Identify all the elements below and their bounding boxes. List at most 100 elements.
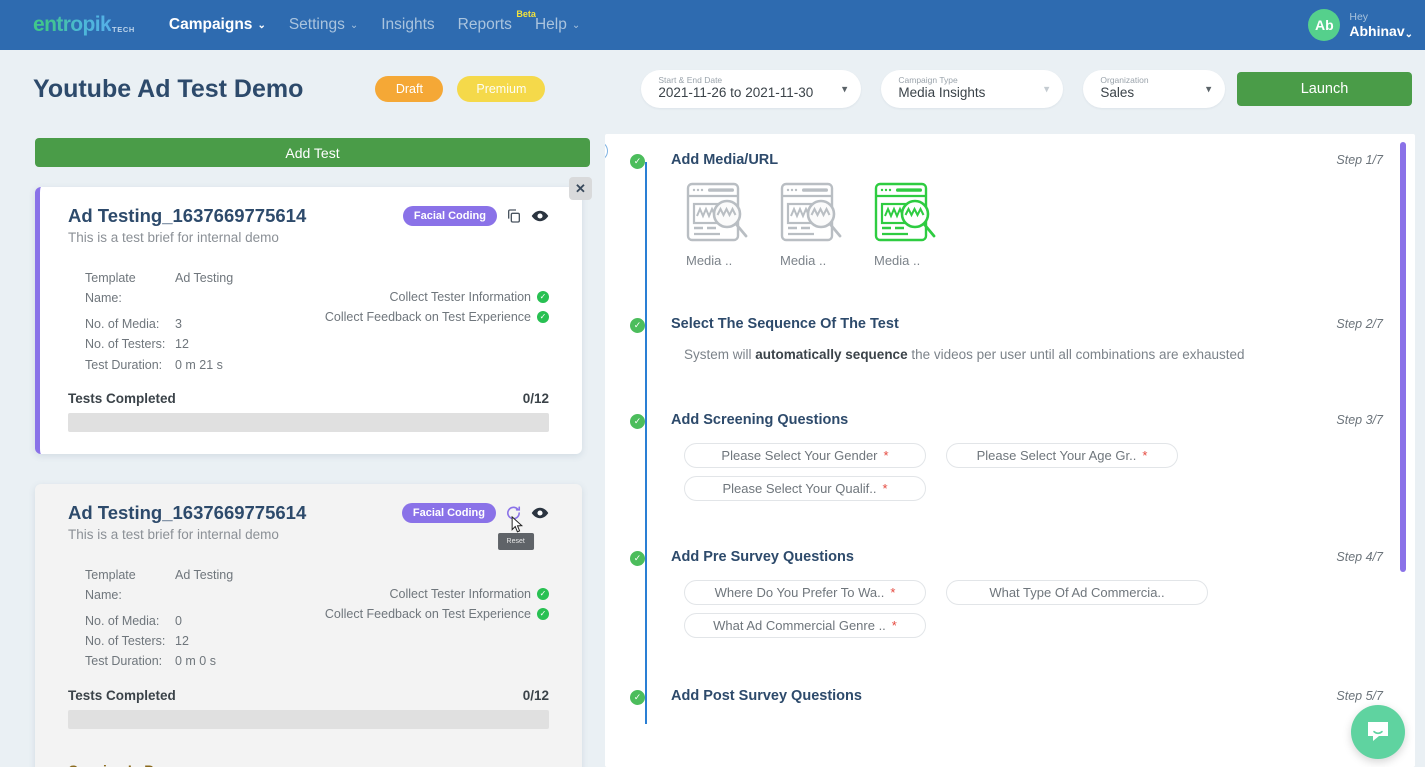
check-circle-icon: ✓: [630, 318, 645, 333]
screening-question-chips: Please Select Your Gender * Please Selec…: [684, 443, 1415, 501]
steps-list: ✓ Add Media/URL Step 1/7 Media .. Media …: [605, 134, 1415, 724]
meta-value: 0 m 0 s: [175, 654, 216, 669]
question-row: What Ad Commercial Genre .. *: [684, 613, 1415, 638]
beta-badge: Beta: [516, 9, 536, 19]
chevron-down-icon: ▾: [1043, 83, 1050, 96]
check-label: Collect Tester Information: [389, 586, 532, 601]
question-chip[interactable]: Please Select Your Age Gr.. *: [946, 443, 1178, 468]
step-header: Add Pre Survey Questions Step 4/7: [671, 549, 1415, 565]
nav-item-insights[interactable]: Insights: [381, 16, 434, 34]
question-chip[interactable]: Please Select Your Gender *: [684, 443, 926, 468]
user-name-text: Abhinav: [1349, 22, 1405, 39]
check-row: Collect Tester Information ✓: [325, 287, 549, 307]
step-add-media: ✓ Add Media/URL Step 1/7 Media .. Media …: [630, 152, 1415, 268]
required-asterisk: *: [883, 448, 889, 463]
tests-completed-value: 0/12: [522, 390, 549, 406]
check-label: Collect Feedback on Test Experience: [324, 607, 531, 622]
facial-coding-badge: Facial Coding: [402, 206, 497, 226]
check-row: Collect Feedback on Test Experience ✓: [325, 307, 549, 327]
organization-select[interactable]: Organization Sales ▾: [1083, 70, 1226, 108]
test-card-meta: Template Name: Ad Testing No. of Media: …: [85, 268, 315, 375]
check-circle-icon: ✓: [630, 690, 645, 705]
test-steps-panel: ‹ ✓ Add Media/URL Step 1/7: [605, 134, 1415, 767]
step-screening-questions: ✓ Add Screening Questions Step 3/7 Pleas…: [630, 412, 1415, 501]
date-range-select[interactable]: Start & End Date 2021-11-26 to 2021-11-3…: [641, 70, 862, 108]
chevron-down-icon: ⌄: [1404, 28, 1413, 40]
meta-value: 0 m 21 s: [175, 357, 223, 372]
step-number: Step 1/7: [1336, 153, 1383, 167]
tests-progress-bar: [68, 412, 549, 432]
question-chip[interactable]: Please Select Your Qualif.. *: [684, 476, 926, 501]
meta-value: 3: [175, 316, 182, 331]
date-range-label: Start & End Date: [658, 74, 723, 85]
chevron-down-icon: ▾: [1205, 83, 1212, 96]
reset-icon[interactable]: Reset: [497, 505, 534, 550]
nav-item-settings[interactable]: Settings ⌄: [289, 16, 358, 34]
check-label: Collect Feedback on Test Experience: [324, 310, 531, 325]
check-row: Collect Tester Information ✓: [325, 584, 549, 604]
nav-label-campaigns: Campaigns: [168, 16, 253, 33]
step-post-survey-questions: ✓ Add Post Survey Questions Step 5/7: [630, 688, 1415, 705]
step-pre-survey-questions: ✓ Add Pre Survey Questions Step 4/7 Wher…: [630, 549, 1415, 638]
status-badge-premium: Premium: [457, 76, 546, 102]
test-card-title: Ad Testing_1637669775614: [68, 501, 307, 523]
nav-item-campaigns[interactable]: Campaigns ⌄: [169, 16, 266, 34]
tests-completed-label: Tests Completed: [68, 390, 176, 406]
test-card[interactable]: Ad Testing_1637669775614 Facial Coding R…: [35, 483, 582, 767]
question-chip[interactable]: What Type Of Ad Commercia..: [946, 580, 1208, 605]
question-chip[interactable]: Where Do You Prefer To Wa.. *: [684, 580, 926, 605]
preview-eye-icon[interactable]: [531, 506, 549, 520]
test-card-subtitle: This is a test brief for internal demo: [68, 526, 279, 542]
logo-subtext: TECH: [112, 25, 135, 34]
copy-icon[interactable]: [506, 208, 522, 224]
test-card-title: Ad Testing_1637669775614: [68, 205, 307, 226]
preview-eye-icon[interactable]: [531, 209, 549, 223]
meta-row: Test Duration: 0 m 21 s: [85, 355, 315, 375]
media-url-icon: [686, 182, 748, 242]
check-circle-icon: ✓: [630, 154, 645, 169]
nav-item-reports[interactable]: Reports Beta: [458, 9, 536, 34]
user-menu[interactable]: Ab Hey Abhinav⌄: [1308, 0, 1413, 50]
required-asterisk: *: [890, 585, 896, 600]
tests-completed-value: 0/12: [522, 687, 549, 703]
question-chip[interactable]: What Ad Commercial Genre .. *: [684, 613, 926, 638]
check-circle-icon: ✓: [537, 291, 549, 304]
test-card-header: Ad Testing_1637669775614 Facial Coding: [68, 205, 549, 227]
chevron-down-icon: ▾: [841, 83, 848, 96]
launch-button[interactable]: Launch: [1237, 72, 1412, 106]
meta-key: No. of Media:: [85, 613, 160, 628]
user-name-block: Hey Abhinav⌄: [1349, 11, 1413, 40]
test-card-body: Template Name: Ad Testing No. of Media: …: [68, 268, 549, 375]
meta-row: No. of Media: 3: [85, 314, 315, 334]
check-circle-icon: ✓: [537, 588, 549, 600]
check-circle-icon: ✓: [630, 551, 645, 566]
sequence-description: System will automatically sequence the v…: [684, 347, 1415, 362]
media-item[interactable]: Media ..: [686, 182, 758, 268]
question-label: What Ad Commercial Genre ..: [713, 618, 886, 633]
step-title: Select The Sequence Of The Test: [671, 316, 899, 332]
brand-logo[interactable]: entropik TECH: [33, 13, 135, 37]
meta-value: 12: [175, 634, 189, 648]
media-item[interactable]: Media ..: [780, 182, 852, 268]
meta-row: No. of Media: 0: [85, 611, 315, 631]
test-card-meta: Template Name: Ad Testing No. of Media: …: [85, 565, 315, 672]
test-card-subtitle: This is a test brief for internal demo: [68, 230, 279, 245]
test-card[interactable]: ✕ Ad Testing_1637669775614 Facial Coding: [35, 177, 592, 454]
chat-widget-button[interactable]: [1351, 705, 1405, 759]
campaign-type-label: Campaign Type: [898, 74, 958, 85]
tests-completed-row: Tests Completed 0/12: [68, 391, 549, 406]
meta-value: Ad Testing: [175, 271, 234, 285]
media-label: Media ..: [874, 253, 921, 268]
close-icon[interactable]: ✕: [569, 177, 592, 200]
meta-key: Template Name:: [85, 567, 136, 603]
campaign-type-value: Media Insights: [898, 85, 986, 101]
nav-item-help[interactable]: Help ⌄: [535, 16, 580, 34]
meta-key: Test Duration:: [85, 654, 163, 669]
chevron-down-icon: ⌄: [349, 20, 359, 31]
media-item-selected[interactable]: Media ..: [874, 182, 946, 268]
meta-row: No. of Testers: 12: [85, 334, 315, 354]
test-card-checks: Collect Tester Information ✓ Collect Fee…: [325, 565, 549, 672]
campaign-type-select[interactable]: Campaign Type Media Insights ▾: [881, 70, 1064, 108]
step-title: Add Screening Questions: [671, 412, 849, 428]
add-test-button[interactable]: Add Test: [35, 138, 590, 167]
